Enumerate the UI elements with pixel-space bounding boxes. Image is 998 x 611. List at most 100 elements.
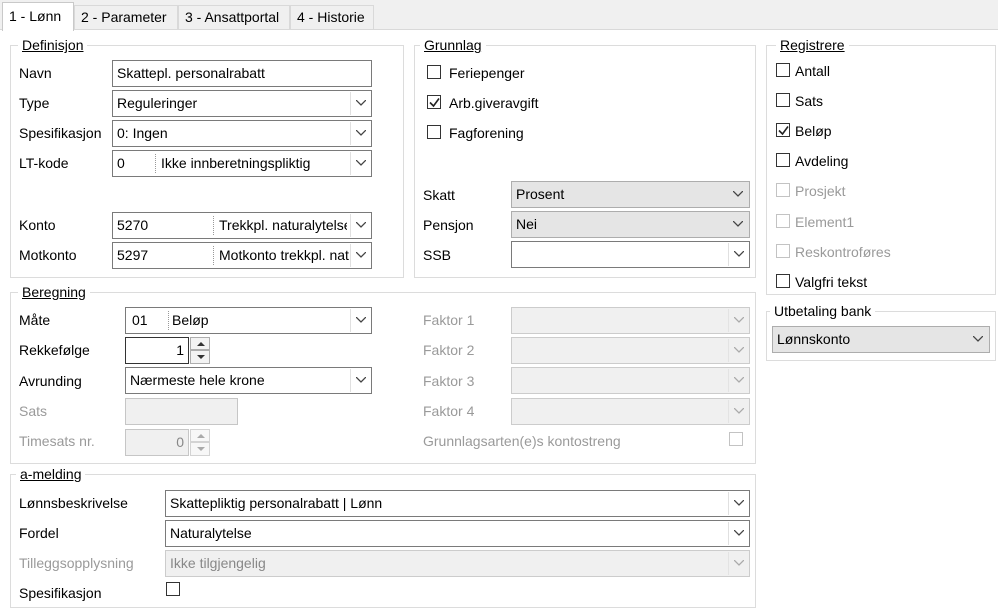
checkmark-icon [778,126,789,136]
lt-kode-label: LT-kode [19,155,69,171]
faktor2-label: Faktor 2 [423,342,475,358]
konto-code: 5270 [117,217,149,233]
chevron-down-icon[interactable] [350,244,370,267]
konto-text: Trekkpl. naturalytelse [219,217,347,233]
ssb-label: SSB [423,247,452,263]
tilleggsopplysning-select: Ikke tilgjengelig [165,550,750,577]
lt-kode-code: 0 [117,155,125,171]
fagforening-checkbox[interactable] [427,125,441,139]
chevron-down-icon[interactable] [968,328,988,351]
chevron-down-icon[interactable] [728,522,748,545]
navn-label: Navn [19,65,52,81]
skatt-select[interactable]: Prosent [511,181,750,208]
avrunding-label: Avrunding [19,373,82,389]
spesifikasjon-label: Spesifikasjon [19,125,102,141]
feriepenger-checkbox[interactable] [427,65,441,79]
feriepenger-label: Feriepenger [449,65,525,81]
spesifikasjon-amelding-checkbox[interactable] [166,582,180,596]
reskontrofores-label: Reskontroføres [795,244,891,260]
sats-checkbox[interactable] [776,93,790,107]
spesifikasjon-value: 0: Ingen [117,125,168,141]
avdeling-checkbox[interactable] [776,153,790,167]
spin-up-icon [190,429,210,442]
chevron-down-icon[interactable] [350,309,370,332]
chevron-down-icon[interactable] [350,152,370,175]
rekkefolge-spinner[interactable] [190,337,210,364]
lt-kode-text: Ikke innberetningspliktig [161,155,311,171]
fordel-select[interactable]: Naturalytelse [165,520,750,547]
faktor4-select [511,398,750,425]
grunnlagsarten-label: Grunnlagsarten(e)s kontostreng [423,433,621,449]
pensjon-label: Pensjon [423,217,474,233]
arbgiveravgift-label: Arb.giveravgift [449,95,539,111]
spin-down-icon [190,442,210,456]
arbgiveravgift-checkbox[interactable] [427,95,441,109]
antall-label: Antall [795,63,831,79]
motkonto-select[interactable]: 5297 Motkonto trekkpl. naturalytelse [112,242,372,269]
mate-select[interactable]: 01 Beløp [125,307,372,334]
tilleggsopplysning-label: Tilleggsopplysning [19,555,134,571]
faktor1-label: Faktor 1 [423,312,475,328]
navn-input[interactable]: Skattepl. personalrabatt [112,60,372,87]
type-select[interactable]: Reguleringer [112,90,372,117]
faktor1-select [511,307,750,334]
chevron-down-icon[interactable] [350,369,370,392]
pensjon-select[interactable]: Nei [511,211,750,238]
grunnlag-title: Grunnlag [420,37,486,53]
checkmark-icon [429,98,440,108]
registrere-title: Registrere [776,37,849,53]
grunnlagsarten-checkbox [729,432,743,446]
ssb-select[interactable] [511,241,750,268]
type-label: Type [19,95,50,111]
chevron-down-icon[interactable] [350,122,370,145]
motkonto-text: Motkonto trekkpl. naturalytelse [219,247,349,263]
tab-bar: 1 - Lønn 2 - Parameter 3 - Ansattportal … [0,0,998,31]
tab-historie[interactable]: 4 - Historie [290,5,374,29]
antall-checkbox[interactable] [776,63,790,77]
chevron-down-icon [728,339,748,362]
lonnsbeskrivelse-select[interactable]: Skattepliktig personalrabatt | Lønn [165,490,750,517]
reskontrofores-checkbox [776,244,790,258]
beregning-title: Beregning [18,284,90,300]
skatt-label: Skatt [423,187,455,203]
sats-input [125,398,238,425]
lonnsbeskrivelse-value: Skattepliktig personalrabatt | Lønn [170,495,383,511]
chevron-down-icon[interactable] [728,243,748,266]
belop-checkbox[interactable] [776,123,790,137]
tab-ansattportal[interactable]: 3 - Ansattportal [178,5,290,29]
spesifikasjon-amelding-label: Spesifikasjon [19,585,102,601]
chevron-down-icon[interactable] [350,214,370,237]
skatt-value: Prosent [516,186,565,202]
rekkefolge-input[interactable]: 1 [125,337,189,364]
definisjon-title: Definisjon [18,37,88,53]
konto-select[interactable]: 5270 Trekkpl. naturalytelse [112,212,372,239]
tab-lonn[interactable]: 1 - Lønn [2,2,74,31]
pensjon-value: Nei [516,216,538,232]
chevron-down-icon [728,400,748,423]
motkonto-code: 5297 [117,247,149,263]
tilleggsopplysning-value: Ikke tilgjengelig [170,555,266,571]
fagforening-label: Fagforening [449,125,524,141]
chevron-down-icon[interactable] [728,492,748,515]
chevron-down-icon[interactable] [728,183,748,206]
avrunding-select[interactable]: Nærmeste hele krone [125,367,372,394]
spin-up-icon[interactable] [190,337,210,350]
chevron-down-icon [728,309,748,332]
sats-field-label: Sats [19,403,48,419]
faktor3-label: Faktor 3 [423,373,475,389]
konto-label: Konto [19,217,56,233]
tab-parameter[interactable]: 2 - Parameter [74,5,178,29]
lonnsbeskrivelse-label: Lønnsbeskrivelse [19,495,128,511]
prosjekt-checkbox [776,183,790,197]
valgfri-tekst-checkbox[interactable] [776,274,790,288]
chevron-down-icon [728,552,748,575]
motkonto-label: Motkonto [19,247,77,263]
chevron-down-icon[interactable] [350,92,370,115]
timesats-input: 0 [125,429,189,456]
lt-kode-select[interactable]: 0 Ikke innberetningspliktig [112,150,372,177]
utbetaling-select[interactable]: Lønnskonto [772,326,990,353]
amelding-title: a-melding [16,466,86,482]
spesifikasjon-select[interactable]: 0: Ingen [112,120,372,147]
spin-down-icon[interactable] [190,350,210,364]
chevron-down-icon[interactable] [728,213,748,236]
